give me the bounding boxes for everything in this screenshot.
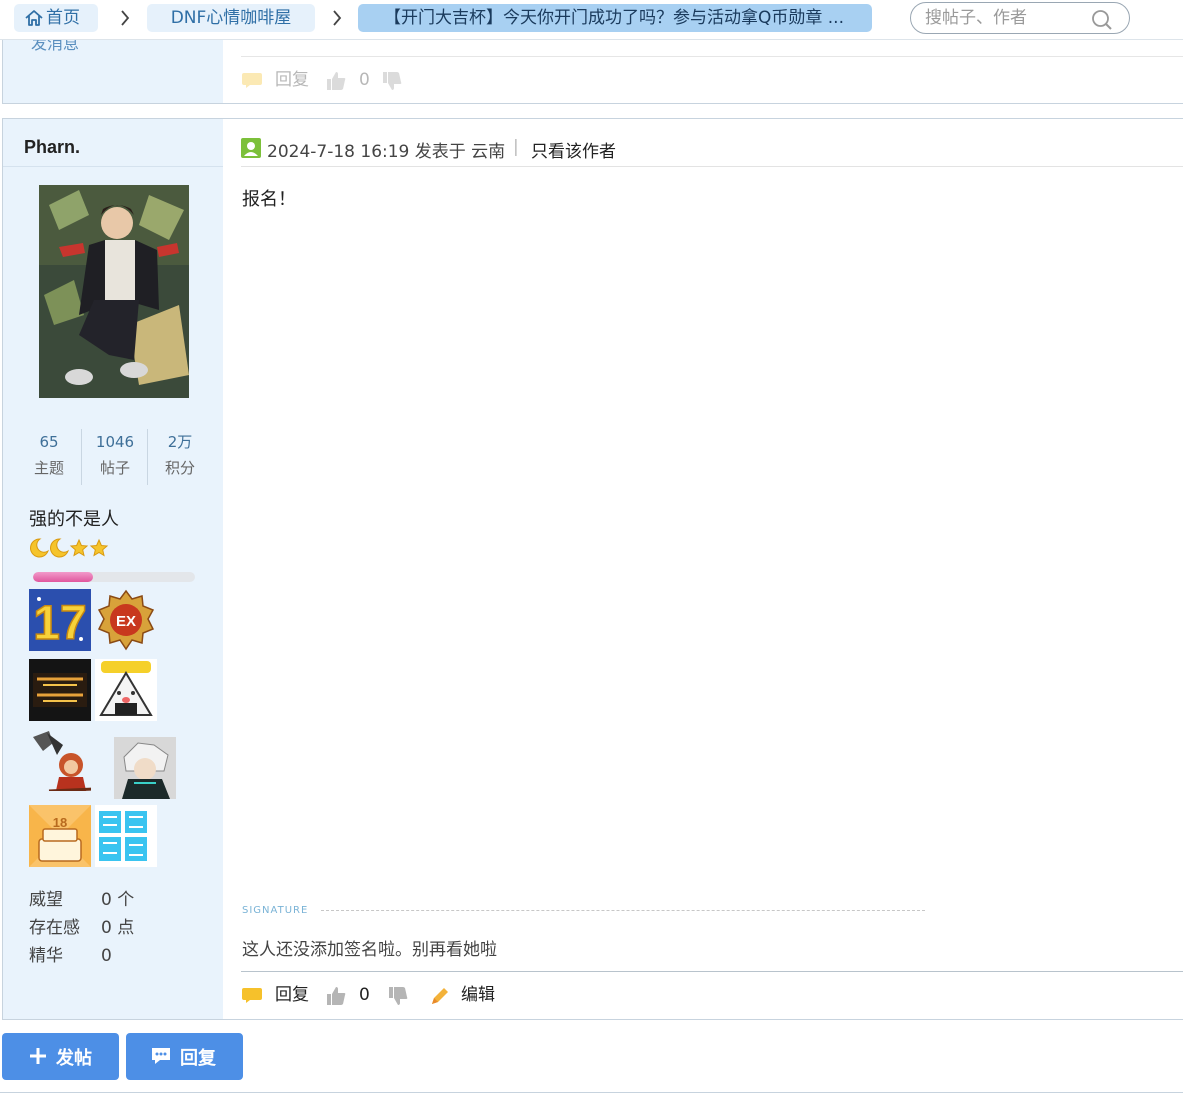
only-author-link[interactable]: 只看该作者 <box>531 137 616 162</box>
home-icon <box>25 10 43 26</box>
moon-icon <box>50 538 69 558</box>
previous-post: 发消息 回复 0 <box>2 34 1183 104</box>
signature-label: SIGNATURE <box>242 905 309 916</box>
stat-posts[interactable]: 1046 帖子 <box>83 429 147 483</box>
post-content: 报名！ <box>242 189 296 210</box>
author-stats: 65 主题 1046 帖子 2万 积分 <box>17 429 212 485</box>
svg-text:18: 18 <box>53 815 67 830</box>
chat-bubble-icon <box>242 73 262 88</box>
chat-bubble-icon <box>242 988 262 1003</box>
star-icon <box>69 538 89 557</box>
breadcrumb-thread[interactable]: 【开门大吉杯】今天你开门成功了吗？参与活动拿Q币勋章 ... <box>358 4 872 32</box>
divider <box>0 1092 1183 1093</box>
signature-text: 这人还没添加签名啦。别再看她啦 <box>242 940 497 960</box>
author-username[interactable]: Pharn. <box>24 137 80 158</box>
chevron-right-icon <box>121 10 130 26</box>
thumbs-up-icon <box>327 987 346 1005</box>
meta-prestige: 威望 0 个 <box>29 890 135 910</box>
divider <box>241 971 1183 972</box>
medal-ex-badge[interactable]: EX <box>95 589 157 651</box>
edit-button[interactable]: 编辑 <box>429 983 509 1009</box>
dislike-button[interactable] <box>387 983 417 1009</box>
level-progress-fill <box>33 572 93 582</box>
medal-text-badge[interactable] <box>95 805 157 867</box>
previous-post-sidebar: 发消息 <box>3 34 223 103</box>
avatar[interactable] <box>39 185 189 398</box>
divider <box>3 166 223 167</box>
divider <box>241 56 1183 57</box>
breadcrumb-home[interactable]: 首页 <box>14 4 98 32</box>
medal-anime-boy[interactable] <box>114 737 176 799</box>
thumbs-down-icon <box>383 72 402 90</box>
star-icon <box>89 538 109 557</box>
breadcrumb: 首页 DNF心情咖啡屋 【开门大吉杯】今天你开门成功了吗？参与活动拿Q币勋章 .… <box>0 0 1183 40</box>
reply-thread-button[interactable]: 回复 <box>126 1033 243 1080</box>
comment-icon <box>152 1048 170 1064</box>
user-icon <box>241 138 261 158</box>
svg-text:EX: EX <box>116 613 136 630</box>
post-time: 2024-7-18 16:19 发表于 云南 <box>267 142 506 162</box>
medal-17-anniversary[interactable]: 17 <box>29 589 91 651</box>
like-button[interactable]: 0 <box>325 983 375 1009</box>
moon-icon <box>30 538 49 558</box>
like-button[interactable]: 0 <box>325 68 375 94</box>
stat-points[interactable]: 2万 积分 <box>148 429 212 483</box>
reply-button[interactable]: 回复 <box>241 983 317 1009</box>
meta-presence: 存在感 0 点 <box>29 918 135 938</box>
reply-button[interactable]: 回复 <box>241 68 321 94</box>
dislike-button[interactable] <box>381 68 411 94</box>
search-box <box>910 2 1130 34</box>
medal-onigiri[interactable] <box>95 659 157 721</box>
thumbs-up-icon <box>327 72 346 90</box>
author-sidebar: Pharn. 65 主题 1046 帖子 2万 积分 强的不是人 17 EX 1… <box>3 119 223 1019</box>
divider <box>321 910 925 911</box>
post: Pharn. 65 主题 1046 帖子 2万 积分 强的不是人 17 EX 1… <box>2 118 1183 1020</box>
search-icon[interactable] <box>1091 9 1113 31</box>
user-title: 强的不是人 <box>29 509 119 530</box>
medal-demon-girl[interactable] <box>29 729 91 791</box>
divider: | <box>513 137 519 157</box>
level-progress-bar <box>33 572 195 582</box>
divider <box>81 429 82 485</box>
meta-digest: 精华 0 <box>29 946 112 966</box>
pencil-icon <box>432 988 448 1004</box>
medal-18-cake[interactable]: 18 <box>29 805 91 867</box>
medal-expedition[interactable] <box>29 659 91 721</box>
thumbs-down-icon <box>389 987 408 1005</box>
svg-text:17: 17 <box>33 597 86 650</box>
level-stars <box>29 537 113 559</box>
divider <box>241 166 1183 167</box>
breadcrumb-home-label: 首页 <box>46 8 80 28</box>
plus-icon <box>30 1048 46 1064</box>
chevron-right-icon <box>333 10 342 26</box>
breadcrumb-forum[interactable]: DNF心情咖啡屋 <box>147 4 315 32</box>
new-post-button[interactable]: 发帖 <box>2 1033 119 1080</box>
search-input[interactable] <box>925 7 1085 29</box>
stat-threads[interactable]: 65 主题 <box>17 429 81 483</box>
